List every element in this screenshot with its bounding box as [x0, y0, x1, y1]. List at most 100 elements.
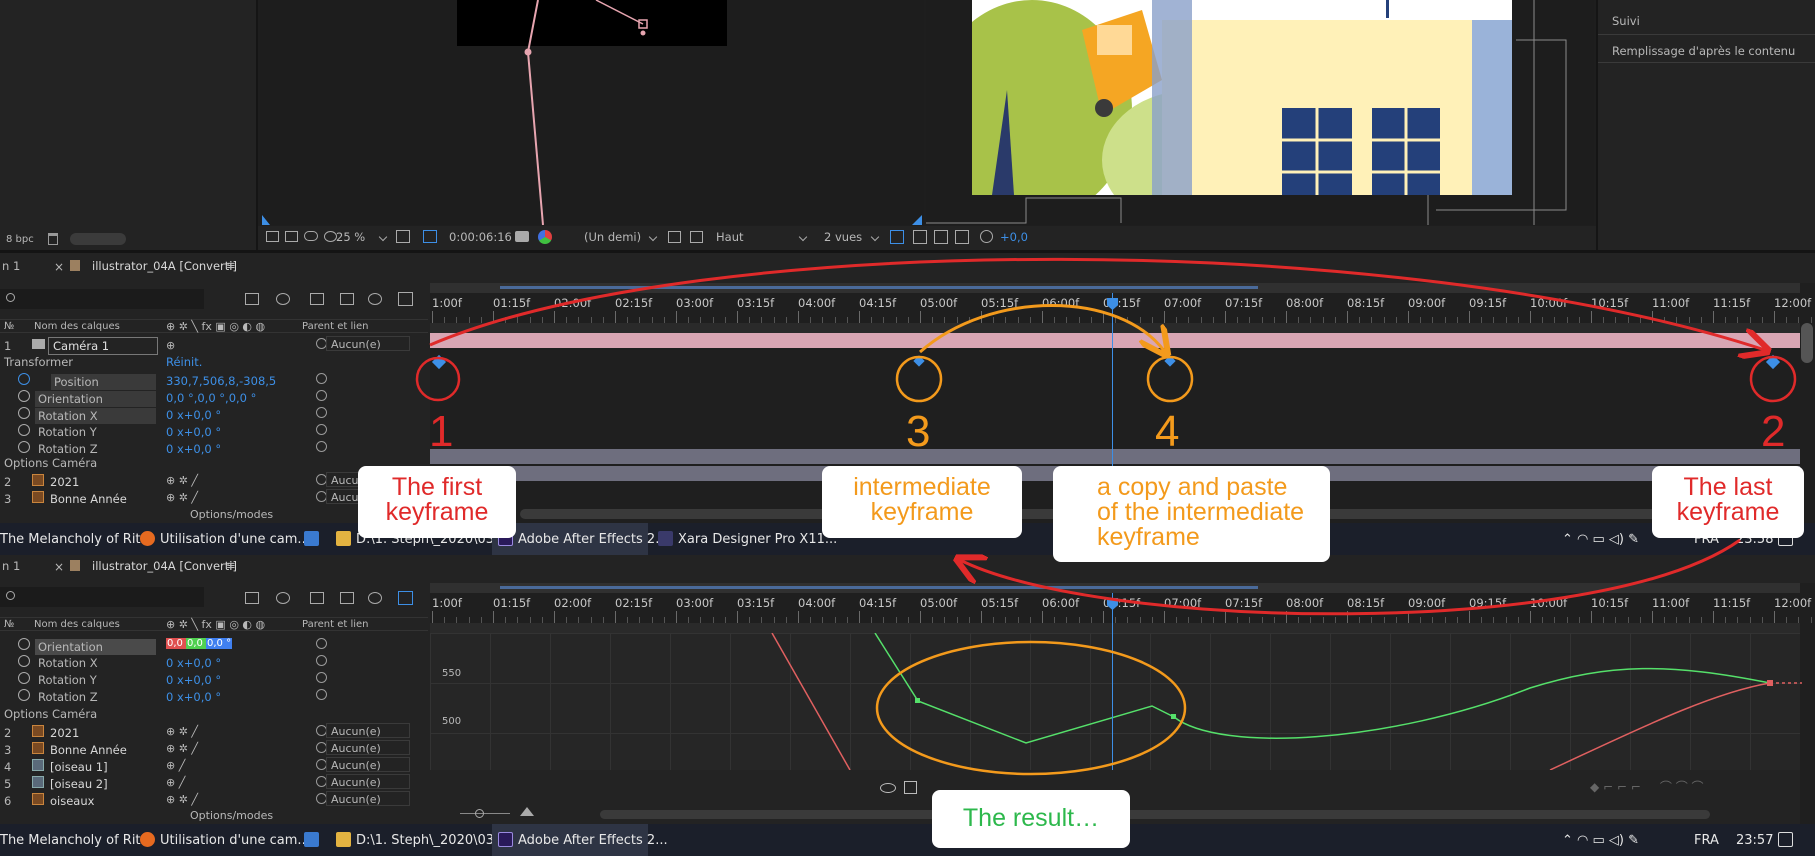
- close-icon[interactable]: ×: [54, 561, 64, 573]
- property-value[interactable]: 0 x+0,0 °: [166, 656, 221, 670]
- composition-viewer-right[interactable]: [926, 0, 1594, 225]
- layer-switches[interactable]: ⊕ ╱: [166, 776, 185, 789]
- zoom-in-icon[interactable]: [520, 807, 534, 816]
- snapshot-icon[interactable]: [266, 231, 279, 242]
- camera-layer-bar[interactable]: [430, 333, 1800, 348]
- camera-icon[interactable]: [515, 231, 529, 242]
- views-dropdown[interactable]: 2 vues: [824, 231, 862, 244]
- tab-composition[interactable]: illustrator_04A [Converti]: [92, 560, 237, 573]
- zoom-slider-thumb[interactable]: [475, 809, 484, 818]
- tray-icons[interactable]: ⌃ ◠ ▭ ◁) ✎: [1562, 523, 1639, 555]
- transform-group[interactable]: Transformer: [4, 356, 73, 369]
- layer-switches[interactable]: ⊕ ✲ ╱: [166, 491, 198, 504]
- property-name[interactable]: Rotation Z: [38, 690, 98, 704]
- pickwhip-icon[interactable]: [316, 407, 327, 418]
- draft-3d-icon[interactable]: [913, 230, 927, 244]
- pickwhip-icon[interactable]: [316, 672, 327, 683]
- parent-dropdown[interactable]: Aucun(e): [326, 757, 410, 772]
- taskbar-item[interactable]: D:\1. Steph\_2020\03 ...: [356, 824, 511, 856]
- work-area-range[interactable]: [500, 286, 1258, 289]
- horizontal-scrollbar[interactable]: [600, 810, 1710, 819]
- reset-link[interactable]: Réinit.: [166, 356, 202, 369]
- monitor-icon[interactable]: [285, 231, 298, 242]
- taskbar-item[interactable]: Xara Designer Pro X11...: [678, 523, 837, 555]
- property-name[interactable]: Rotation Y: [38, 673, 97, 687]
- layer-bar[interactable]: [430, 449, 1800, 464]
- graph-editor-icon[interactable]: [398, 591, 413, 605]
- layer-name[interactable]: Bonne Année: [50, 743, 127, 757]
- parent-dropdown[interactable]: Aucun(e): [326, 740, 410, 755]
- stopwatch-icon[interactable]: [18, 689, 30, 701]
- tab-composition[interactable]: illustrator_04A [Converti]: [92, 260, 237, 273]
- graph-type-icon[interactable]: [904, 781, 917, 794]
- motion-blur-icon[interactable]: [368, 592, 382, 604]
- layer-name[interactable]: 2021: [50, 475, 79, 489]
- layer-name[interactable]: [oiseau 2]: [50, 777, 108, 791]
- header-layer-name[interactable]: Nom des calques: [34, 620, 120, 630]
- stopwatch-icon[interactable]: [18, 638, 30, 650]
- composition-viewer-left[interactable]: [260, 0, 924, 225]
- layer-switches[interactable]: ⊕ ✲ ╱: [166, 725, 198, 738]
- time-ruler[interactable]: 1:00f 01:15f 02:00f 02:15f 03:00f 03:15f 04:00…: [430, 293, 1812, 323]
- parent-dropdown[interactable]: Aucun(e): [326, 774, 410, 789]
- property-row[interactable]: Rotation Y 0 x+0,0 °: [0, 670, 428, 687]
- transparency-grid-icon[interactable]: [690, 231, 703, 243]
- mask-icon[interactable]: [304, 231, 318, 241]
- layer-name[interactable]: [oiseau 1]: [50, 760, 108, 774]
- project-scrollbar[interactable]: [70, 233, 126, 245]
- pickwhip-icon[interactable]: [316, 373, 327, 384]
- panel-item-content-aware-fill[interactable]: Remplissage d'après le contenu: [1612, 45, 1795, 58]
- layout-icon[interactable]: [890, 230, 904, 244]
- taskbar-item[interactable]: Adobe After Effects 2...: [518, 523, 668, 555]
- layer-name[interactable]: Caméra 1: [48, 337, 158, 355]
- layer-row[interactable]: 6 oiseaux ⊕ ✲ ╱ Aucun(e): [0, 791, 428, 808]
- stopwatch-icon[interactable]: [18, 424, 30, 436]
- layer-row[interactable]: 4 [oiseau 1] ⊕ ╱ Aucun(e): [0, 757, 428, 774]
- layer-row[interactable]: 1 Caméra 1 ⊕ Aucun(e): [0, 336, 428, 355]
- keyframe-3[interactable]: [913, 355, 925, 367]
- chevron-down-icon[interactable]: [870, 232, 880, 242]
- layer-switches[interactable]: ⊕ ✲ ╱: [166, 742, 198, 755]
- zoom-dropdown[interactable]: 25 %: [336, 231, 365, 244]
- parent-dropdown[interactable]: Aucun(e): [326, 723, 410, 738]
- tab-prefix[interactable]: n 1: [2, 260, 20, 273]
- motion-blur-icon[interactable]: [368, 293, 382, 305]
- shy-icon[interactable]: [310, 592, 324, 604]
- comp-flowchart-icon[interactable]: [245, 293, 259, 305]
- channel-icon[interactable]: [538, 230, 552, 244]
- exposure-value[interactable]: +0,0: [1000, 231, 1028, 244]
- camera-options-group[interactable]: Options Caméra: [4, 457, 97, 470]
- resolution-dropdown[interactable]: (Un demi): [584, 231, 641, 244]
- property-row[interactable]: Rotation X 0 x+0,0 °: [0, 653, 428, 670]
- grid-icon[interactable]: [396, 230, 410, 243]
- camera-options-group[interactable]: Options Caméra: [4, 708, 97, 721]
- taskbar-item[interactable]: The Melancholy of Rit...: [0, 824, 153, 856]
- property-row[interactable]: Position 330,7,506,8,-308,5: [0, 371, 428, 390]
- property-row[interactable]: Orientation 0,0 °,0,0 °,0,0 °: [0, 388, 428, 407]
- pickwhip-icon[interactable]: [316, 390, 327, 401]
- search-input[interactable]: [0, 587, 204, 607]
- pickwhip-icon[interactable]: [316, 689, 327, 700]
- taskbar-item[interactable]: Adobe After Effects 2...: [518, 824, 668, 856]
- pickwhip-icon[interactable]: [316, 638, 327, 649]
- property-value[interactable]: 0 x+0,0 °: [166, 425, 221, 439]
- language-indicator[interactable]: FRA: [1694, 824, 1719, 856]
- tab-menu-icon[interactable]: ≡: [226, 559, 236, 572]
- chevron-down-icon[interactable]: [648, 232, 658, 242]
- property-value[interactable]: 0 x+0,0 °: [166, 442, 221, 456]
- layer-row[interactable]: 2 2021 ⊕ ✲ ╱ Aucun(e): [0, 723, 428, 740]
- tray-icons[interactable]: ⌃ ◠ ▭ ◁) ✎: [1562, 824, 1639, 856]
- property-value[interactable]: 330,7,506,8,-308,5: [166, 374, 276, 388]
- frame-blend-icon[interactable]: [340, 293, 354, 305]
- parent-dropdown[interactable]: Aucun(e): [326, 791, 410, 806]
- trash-icon[interactable]: [48, 233, 58, 245]
- property-row[interactable]: Rotation X 0 x+0,0 °: [0, 405, 428, 424]
- property-row[interactable]: Rotation Z 0 x+0,0 °: [0, 687, 428, 704]
- header-parent[interactable]: Parent et lien: [302, 620, 369, 630]
- stopwatch-icon[interactable]: [18, 441, 30, 453]
- bpc-label[interactable]: 8 bpc: [6, 235, 34, 245]
- eye-icon[interactable]: [880, 783, 896, 793]
- property-name[interactable]: Rotation X: [38, 656, 98, 670]
- property-name[interactable]: Rotation Y: [38, 425, 97, 439]
- time-ruler[interactable]: 1:00f 01:15f 02:00f 02:15f 03:00f 03:15f 04:00…: [430, 593, 1812, 623]
